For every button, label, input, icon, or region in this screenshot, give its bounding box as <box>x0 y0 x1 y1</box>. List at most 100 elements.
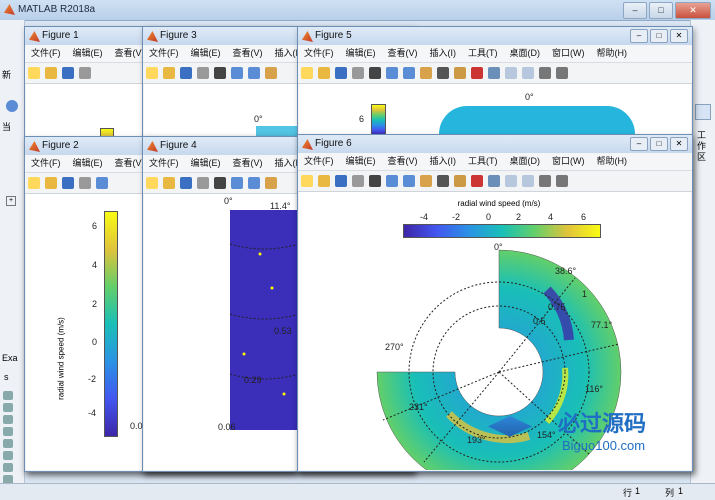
pointer-icon[interactable] <box>214 67 226 79</box>
datacursor-icon[interactable] <box>454 175 466 187</box>
brush-icon[interactable] <box>471 175 483 187</box>
minimize-button[interactable]: – <box>623 2 647 19</box>
new-icon[interactable] <box>301 67 313 79</box>
menu-help[interactable]: 帮助(H) <box>591 45 634 62</box>
save-icon[interactable] <box>62 67 74 79</box>
save-icon[interactable] <box>180 177 192 189</box>
menu-file[interactable]: 文件(F) <box>25 155 67 172</box>
print-icon[interactable] <box>79 177 91 189</box>
save-icon[interactable] <box>180 67 192 79</box>
back-arrow-icon[interactable] <box>6 100 18 112</box>
open-icon[interactable] <box>163 177 175 189</box>
zoom-out-icon[interactable] <box>403 67 415 79</box>
colorbar-toggle-icon[interactable] <box>505 67 517 79</box>
menu-edit[interactable]: 编辑(E) <box>67 155 109 172</box>
brush-icon[interactable] <box>471 67 483 79</box>
menu-view[interactable]: 查看(V) <box>382 153 424 170</box>
datacursor-icon[interactable] <box>454 67 466 79</box>
print-icon[interactable] <box>197 67 209 79</box>
pan-icon[interactable] <box>265 67 277 79</box>
menu-tools[interactable]: 工具(T) <box>462 153 504 170</box>
pan-icon[interactable] <box>420 175 432 187</box>
menu-file[interactable]: 文件(F) <box>143 45 185 62</box>
zoom-out-icon[interactable] <box>248 67 260 79</box>
new-icon[interactable] <box>301 175 313 187</box>
print-icon[interactable] <box>197 177 209 189</box>
new-icon[interactable] <box>146 177 158 189</box>
menu-desktop[interactable]: 桌面(D) <box>504 45 547 62</box>
zoom-in-icon[interactable] <box>386 175 398 187</box>
variable-icon[interactable] <box>3 463 13 472</box>
variable-icon[interactable] <box>3 391 13 400</box>
hide-tools-icon[interactable] <box>539 175 551 187</box>
save-icon[interactable] <box>62 177 74 189</box>
zoom-in-icon[interactable] <box>231 177 243 189</box>
maximize-button[interactable]: □ <box>650 29 668 43</box>
open-icon[interactable] <box>318 67 330 79</box>
menu-view[interactable]: 查看(V) <box>227 45 269 62</box>
menu-edit[interactable]: 编辑(E) <box>185 155 227 172</box>
zoom-in-icon[interactable] <box>231 67 243 79</box>
menu-insert[interactable]: 插入(I) <box>424 153 463 170</box>
link-icon[interactable] <box>488 67 500 79</box>
pointer-icon[interactable] <box>369 67 381 79</box>
minimize-button[interactable]: – <box>630 137 648 151</box>
menu-tools[interactable]: 工具(T) <box>462 45 504 62</box>
variable-icon[interactable] <box>3 415 13 424</box>
print-icon[interactable] <box>352 175 364 187</box>
matlab-titlebar[interactable]: MATLAB R2018a – □ ✕ <box>0 0 715 21</box>
menu-window[interactable]: 窗口(W) <box>546 153 591 170</box>
hide-tools-icon[interactable] <box>539 67 551 79</box>
menu-desktop[interactable]: 桌面(D) <box>504 153 547 170</box>
colorbar-toggle-icon[interactable] <box>505 175 517 187</box>
pan-icon[interactable] <box>265 177 277 189</box>
close-button[interactable]: ✕ <box>670 137 688 151</box>
variable-icon[interactable] <box>3 439 13 448</box>
minimize-button[interactable]: – <box>630 29 648 43</box>
figure-titlebar[interactable]: Figure 5 – □ ✕ <box>298 27 692 45</box>
menu-insert[interactable]: 插入(I) <box>424 45 463 62</box>
zoom-in-icon[interactable] <box>386 67 398 79</box>
save-icon[interactable] <box>335 175 347 187</box>
open-icon[interactable] <box>45 177 57 189</box>
dock-icon[interactable] <box>556 175 568 187</box>
menu-edit[interactable]: 编辑(E) <box>185 45 227 62</box>
menu-edit[interactable]: 编辑(E) <box>340 45 382 62</box>
pointer-icon[interactable] <box>214 177 226 189</box>
open-icon[interactable] <box>163 67 175 79</box>
menu-help[interactable]: 帮助(H) <box>591 153 634 170</box>
rotate-icon[interactable] <box>437 67 449 79</box>
workspace-tab[interactable]: 工作区 <box>697 130 709 163</box>
new-icon[interactable] <box>28 177 40 189</box>
maximize-button[interactable]: □ <box>649 2 673 19</box>
maximize-button[interactable]: □ <box>650 137 668 151</box>
variable-icon[interactable] <box>3 403 13 412</box>
zoom-in-icon[interactable] <box>96 177 108 189</box>
menu-view[interactable]: 查看(V) <box>382 45 424 62</box>
zoom-out-icon[interactable] <box>403 175 415 187</box>
open-icon[interactable] <box>318 175 330 187</box>
dock-icon[interactable] <box>556 67 568 79</box>
variable-icon[interactable] <box>3 427 13 436</box>
figure-titlebar[interactable]: Figure 6 – □ ✕ <box>298 135 692 153</box>
variable-icon[interactable] <box>3 451 13 460</box>
zoom-out-icon[interactable] <box>248 177 260 189</box>
pan-icon[interactable] <box>420 67 432 79</box>
print-icon[interactable] <box>352 67 364 79</box>
menu-view[interactable]: 查看(V) <box>227 155 269 172</box>
legend-toggle-icon[interactable] <box>522 175 534 187</box>
menu-window[interactable]: 窗口(W) <box>546 45 591 62</box>
open-icon[interactable] <box>45 67 57 79</box>
menu-edit[interactable]: 编辑(E) <box>340 153 382 170</box>
menu-file[interactable]: 文件(F) <box>25 45 67 62</box>
close-button[interactable]: ✕ <box>675 2 711 19</box>
panel-toggle-icon[interactable] <box>695 104 711 120</box>
save-icon[interactable] <box>335 67 347 79</box>
menu-file[interactable]: 文件(F) <box>298 153 340 170</box>
menu-file[interactable]: 文件(F) <box>143 155 185 172</box>
pointer-icon[interactable] <box>369 175 381 187</box>
new-icon[interactable] <box>28 67 40 79</box>
rotate-icon[interactable] <box>437 175 449 187</box>
link-icon[interactable] <box>488 175 500 187</box>
print-icon[interactable] <box>79 67 91 79</box>
